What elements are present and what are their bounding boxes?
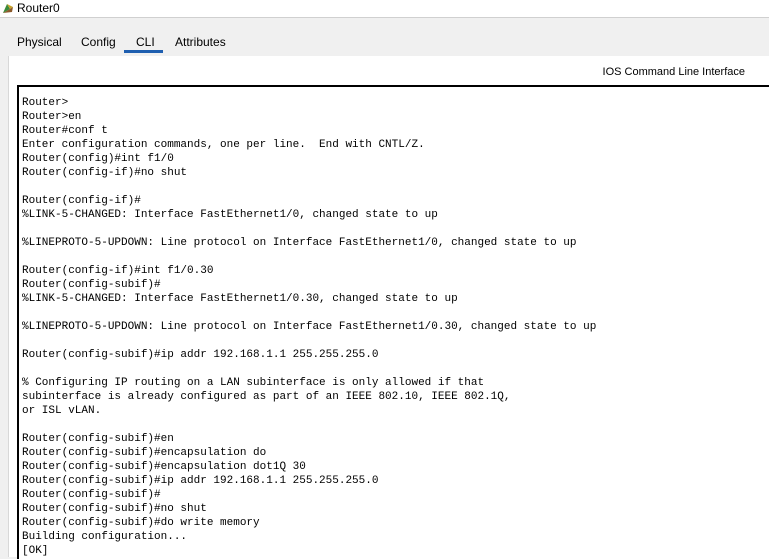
cli-line: %LINK-5-CHANGED: Interface FastEthernet1… [22,209,438,221]
cli-terminal[interactable]: Router> Router>en Router#conf t Enter co… [17,85,769,559]
cli-line: Router(config-if)#int f1/0.30 [22,265,214,277]
tab-bar: Physical Config CLI Attributes [0,18,769,56]
cli-line: %LINEPROTO-5-UPDOWN: Line protocol on In… [22,237,577,249]
cli-line: Router#conf t [22,125,108,137]
window-title: Router0 [17,1,60,15]
cli-line: Router(config-subif)#encapsulation do [22,447,267,459]
cli-line: Router(config-subif)#en [22,433,174,445]
cli-line: Router(config-subif)#ip addr 192.168.1.1… [22,349,379,361]
cli-line: Router> [22,97,69,109]
cli-line: Router>en [22,111,82,123]
title-bar: Router0 [0,0,769,18]
cli-line: Enter configuration commands, one per li… [22,139,425,151]
cli-line: Router(config-if)# [22,195,141,207]
cli-line: % Configuring IP routing on a LAN subint… [22,377,485,389]
cli-line: Router(config-subif)#ip addr 192.168.1.1… [22,475,379,487]
cli-line: Router(config-subif)#no shut [22,503,207,515]
cli-line: or ISL vLAN. [22,405,102,417]
cli-line: Router(config)#int f1/0 [22,153,174,165]
tab-attributes[interactable]: Attributes [175,35,226,49]
cli-line: Router(config-if)#no shut [22,167,188,179]
cli-panel: IOS Command Line Interface Router> Route… [8,56,769,559]
cli-line: Router(config-subif)# [22,489,161,501]
cli-output[interactable]: Router> Router>en Router#conf t Enter co… [22,96,596,558]
tab-cli[interactable]: CLI [136,35,155,49]
tab-config[interactable]: Config [81,35,116,49]
active-tab-indicator [124,50,163,53]
cli-line: Router(config-subif)# [22,279,161,291]
cli-line: Router(config-subif)#encapsulation dot1Q… [22,461,306,473]
cli-line: Router(config-subif)#do write memory [22,517,260,529]
tab-physical[interactable]: Physical [17,35,62,49]
cli-line: Building configuration... [22,531,188,543]
panel-header: IOS Command Line Interface [602,66,745,78]
cli-line: %LINEPROTO-5-UPDOWN: Line protocol on In… [22,321,597,333]
cli-line: subinterface is already configured as pa… [22,391,511,403]
cli-line: [OK] [22,545,49,557]
cli-line: %LINK-5-CHANGED: Interface FastEthernet1… [22,293,458,305]
router-icon [1,1,15,15]
